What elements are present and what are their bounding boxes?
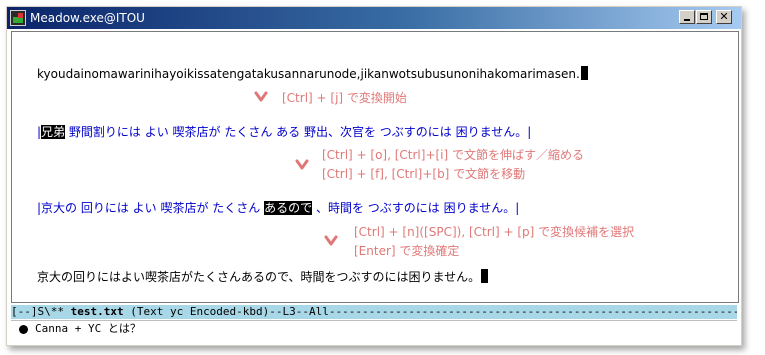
conversion-line-2: |京大の 回りには よい 喫茶店が たくさん あるので 、時間を つぶすのには … xyxy=(37,200,519,216)
arrow-down-icon xyxy=(254,91,268,102)
minimize-icon xyxy=(684,19,690,21)
segment-after-text: 、時間を つぶすのには 困りません。| xyxy=(312,201,520,215)
window-title: Meadow.exe@ITOU xyxy=(30,11,145,25)
active-segment: 兄弟 xyxy=(41,125,66,139)
close-button[interactable]: ✕ xyxy=(716,10,732,24)
romaji-text: kyoudainomawarinihayoikissatengatakusann… xyxy=(37,67,580,81)
note-move-segment: [Ctrl] + [f], [Ctrl]+[b] で文節を移動 xyxy=(322,167,526,181)
text-cursor xyxy=(580,66,588,80)
modeline-status: [--]S\** xyxy=(11,305,71,318)
segment-before-text: |京大の 回りには よい 喫茶店が たくさん xyxy=(37,201,265,215)
modeline-buffer-name: test.txt xyxy=(70,305,124,318)
romaji-input-line: kyoudainomawarinihayoikissatengatakusann… xyxy=(37,66,588,82)
note-select-candidate: [Ctrl] + [n]([SPC]), [Ctrl] + [p] で変換候補を… xyxy=(354,225,635,239)
note-confirm-conversion: [Enter] で変換確定 xyxy=(354,244,460,258)
minimize-button[interactable] xyxy=(679,10,695,24)
app-window: Meadow.exe@ITOU ✕ kyoudainomawarinihayoi… xyxy=(6,6,742,346)
arrow-down-icon xyxy=(324,235,338,246)
arrow-down-icon xyxy=(295,159,309,170)
note-resize-segment: [Ctrl] + [o], [Ctrl]+[i] で文節を伸ばす／縮める xyxy=(322,148,585,162)
meadow-app-icon[interactable] xyxy=(10,10,26,26)
committed-text-line: 京大の回りにはよい喫茶店がたくさんあるので、時間をつぶすのには困りません。 xyxy=(37,269,489,285)
minibuffer-text: Canna + YC とは？ xyxy=(35,322,141,335)
title-bar[interactable]: Meadow.exe@ITOU ✕ xyxy=(7,7,741,29)
editor-text-area[interactable]: kyoudainomawarinihayoikissatengatakusann… xyxy=(11,31,739,303)
note-start-conversion: [Ctrl] + [j] で変換開始 xyxy=(282,91,407,105)
segment-rest-text: 野間割りには よい 喫茶店が たくさん ある 野出、次官を つぶすのには 困りま… xyxy=(65,125,532,139)
committed-text: 京大の回りにはよい喫茶店がたくさんあるので、時間をつぶすのには困りません。 xyxy=(37,270,481,284)
close-icon: ✕ xyxy=(719,10,729,23)
conversion-line-1: |兄弟 野間割りには よい 喫茶店が たくさん ある 野出、次官を つぶすのには… xyxy=(37,124,531,140)
modeline-mode-info: (Text yc Encoded-kbd)--L3--All----------… xyxy=(130,305,737,318)
minibuffer[interactable]: Canna + YC とは？ xyxy=(11,320,737,345)
active-segment: あるので xyxy=(264,201,313,215)
text-cursor xyxy=(481,269,489,283)
maximize-button[interactable] xyxy=(696,10,712,24)
mode-line[interactable]: [--]S\** test.txt (Text yc Encoded-kbd)-… xyxy=(11,305,737,319)
bullet-icon xyxy=(19,325,28,334)
maximize-icon xyxy=(700,13,708,20)
